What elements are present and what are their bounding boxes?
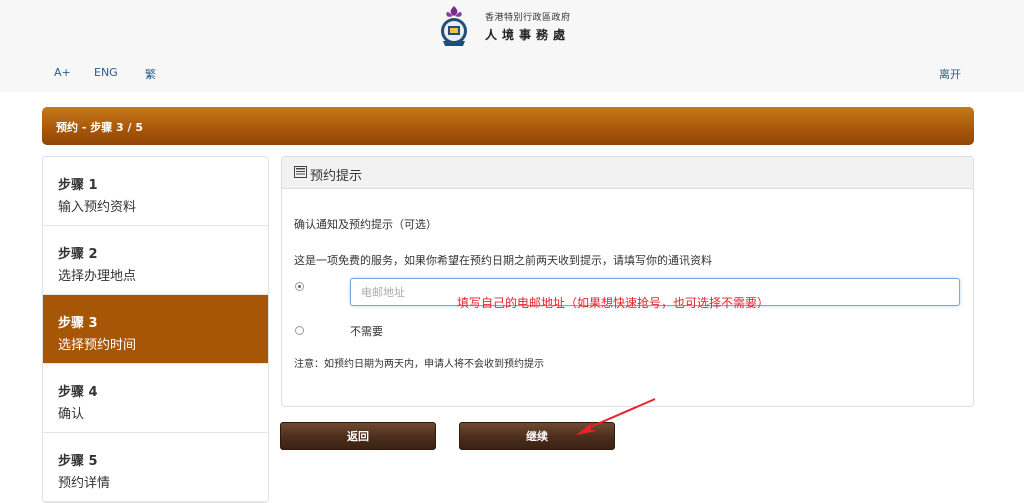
step-label: 预约详情	[58, 476, 111, 491]
step-number: 步骤 4	[58, 385, 98, 400]
exit-link[interactable]: 离开	[939, 66, 961, 82]
email-radio[interactable]	[295, 282, 304, 291]
traditional-chinese-link[interactable]: 繁	[145, 66, 156, 82]
english-link[interactable]: ENG	[94, 66, 118, 79]
no-need-label[interactable]: 不需要	[350, 323, 383, 339]
step-banner-title: 预约 - 步骤 3 / 5	[56, 121, 144, 134]
step-number: 步骤 2	[58, 247, 98, 262]
service-description: 这是一项免费的服务，如果你希望在预约日期之前两天收到提示，请填写你的通讯资料	[294, 254, 712, 267]
font-size-link[interactable]: A+	[54, 66, 71, 79]
department-name-line2: 人境事務處	[485, 27, 571, 42]
logo: 香港特別行政區政府 人境事務處	[437, 4, 571, 48]
sidebar-item-step4: 步骤 4 确认	[43, 364, 268, 433]
department-name: 香港特別行政區政府 人境事務處	[485, 10, 571, 43]
page-header: 香港特別行政區政府 人境事務處 A+ ENG 繁 离开	[0, 0, 1024, 92]
step-number: 步骤 1	[58, 178, 98, 193]
panel-title: 预约提示	[310, 169, 363, 184]
reminder-note: 注意：如预约日期为两天内，申请人将不会收到预约提示	[294, 359, 544, 370]
annotation-text: 填写自己的电邮地址（如果想快速抢号，也可选择不需要）	[457, 296, 770, 310]
confirmation-heading: 确认通知及预约提示（可选）	[294, 218, 437, 231]
hk-immigration-emblem-icon	[441, 6, 467, 46]
sidebar-item-step2: 步骤 2 选择办理地点	[43, 226, 268, 295]
reminder-panel: 预约提示 确认通知及预约提示（可选） 这是一项免费的服务，如果你希望在预约日期之…	[281, 156, 974, 407]
step-label: 选择办理地点	[58, 269, 137, 284]
panel-header: 预约提示	[282, 157, 973, 189]
no-need-radio[interactable]	[295, 326, 304, 335]
sidebar-item-step5: 步骤 5 预约详情	[43, 433, 268, 502]
step-number: 步骤 3	[58, 316, 98, 331]
step-label: 选择预约时间	[58, 338, 137, 353]
step-label: 确认	[58, 407, 85, 422]
department-name-line1: 香港特別行政區政府	[485, 12, 571, 23]
annotation-arrow-icon	[576, 398, 656, 435]
sidebar-item-step1: 步骤 1 输入预约资料	[43, 157, 268, 226]
step-banner: 预约 - 步骤 3 / 5	[42, 107, 974, 145]
step-label: 输入预约资料	[58, 200, 137, 215]
step-number: 步骤 5	[58, 454, 98, 469]
back-button[interactable]: 返回	[280, 422, 436, 450]
document-icon	[294, 166, 307, 178]
sidebar-item-step3: 步骤 3 选择预约时间	[43, 295, 268, 364]
steps-sidebar: 步骤 1 输入预约资料 步骤 2 选择办理地点 步骤 3 选择预约时间 步骤 4…	[42, 156, 269, 503]
